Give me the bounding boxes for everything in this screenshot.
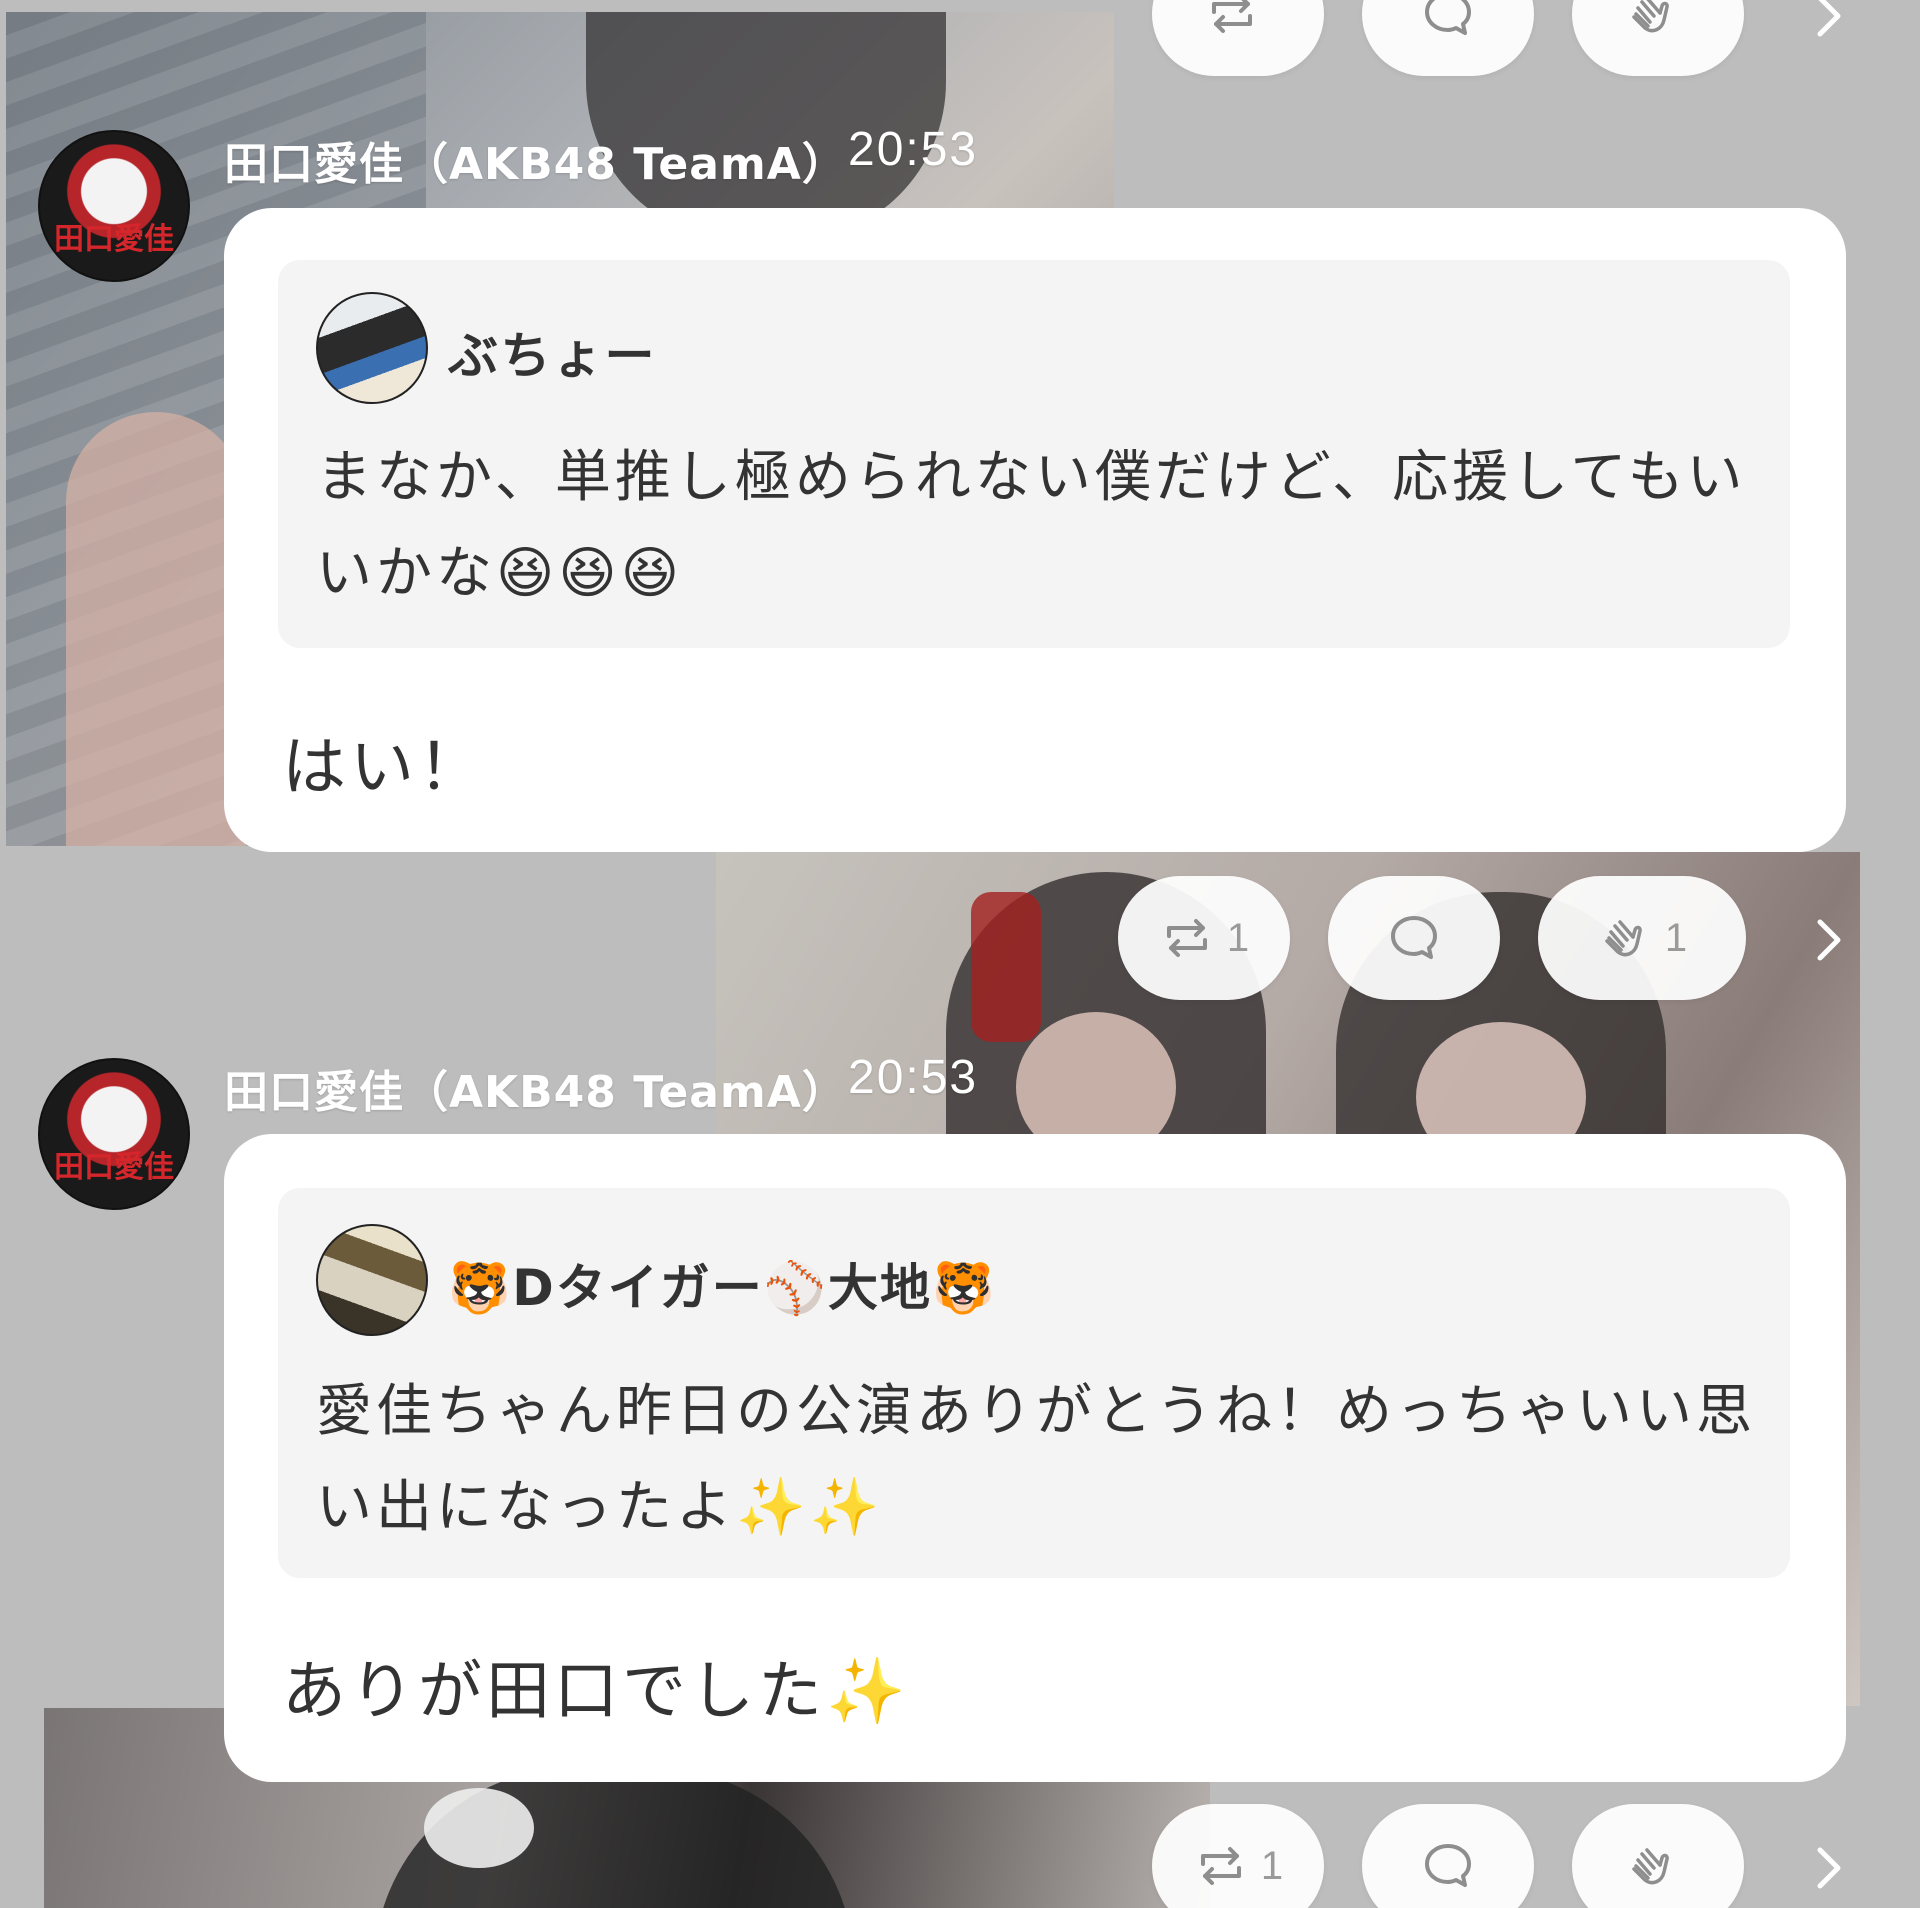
repost-button[interactable]: 1 xyxy=(1118,876,1290,1000)
action-row: 1 1 xyxy=(1118,876,1746,1000)
avatar-label: 田口愛佳 xyxy=(54,222,174,257)
quoted-message[interactable]: 🐯Dタイガー⚾大地🐯 愛佳ちゃん昨日の公演ありがとうね！めっちゃいい思い出になっ… xyxy=(278,1188,1790,1578)
more-button[interactable] xyxy=(1808,1840,1848,1896)
repost-button[interactable] xyxy=(1152,0,1324,76)
author-name[interactable]: 田口愛佳（AKB48 TeamA） xyxy=(224,1056,847,1120)
avatar[interactable]: 田口愛佳 xyxy=(38,1058,190,1210)
chat-timeline: 田口愛佳 田口愛佳（AKB48 TeamA） 20:53 ぶちょー まなか、単推… xyxy=(0,0,1920,1908)
avatar-label: 田口愛佳 xyxy=(54,1150,174,1185)
more-button[interactable] xyxy=(1808,912,1848,968)
repost-button[interactable]: 1 xyxy=(1152,1804,1324,1908)
post-time: 20:53 xyxy=(848,123,979,176)
comment-bubble-icon xyxy=(1391,916,1437,959)
message-bubble[interactable]: 🐯Dタイガー⚾大地🐯 愛佳ちゃん昨日の公演ありがとうね！めっちゃいい思い出になっ… xyxy=(224,1134,1846,1782)
comment-bubble-icon xyxy=(1425,0,1471,35)
repost-icon xyxy=(1166,919,1207,957)
clap-count: 1 xyxy=(1664,915,1688,960)
comment-button[interactable] xyxy=(1328,876,1500,1000)
clap-icon xyxy=(1632,0,1669,33)
action-row xyxy=(1152,0,1744,76)
comment-button[interactable] xyxy=(1362,0,1534,76)
avatar[interactable]: 田口愛佳 xyxy=(38,130,190,282)
repost-count: 1 xyxy=(1226,915,1250,960)
chevron-right-icon xyxy=(1817,1847,1841,1889)
quoted-avatar xyxy=(316,1224,428,1336)
quoted-text: 愛佳ちゃん昨日の公演ありがとうね！めっちゃいい思い出になったよ✨✨ xyxy=(316,1379,1756,1540)
clap-button[interactable] xyxy=(1572,0,1744,76)
reply-text: ありが田口でした✨ xyxy=(282,1655,910,1729)
clap-button[interactable]: 1 xyxy=(1538,876,1746,1000)
clap-icon xyxy=(1632,1848,1669,1885)
more-button[interactable] xyxy=(1808,0,1848,44)
clap-icon xyxy=(1605,920,1642,957)
comment-button[interactable] xyxy=(1362,1804,1534,1908)
message-bubble[interactable]: ぶちょー まなか、単推し極められない僕だけど、応援してもいいかな😆😆😆 はい！ xyxy=(224,208,1846,852)
quoted-author-name: ぶちょー xyxy=(448,327,657,385)
quoted-author-name: 🐯Dタイガー⚾大地🐯 xyxy=(448,1259,997,1317)
repost-count: 1 xyxy=(1260,1843,1284,1888)
quoted-message[interactable]: ぶちょー まなか、単推し極められない僕だけど、応援してもいいかな😆😆😆 xyxy=(278,260,1790,648)
quoted-text: まなか、単推し極められない僕だけど、応援してもいいかな😆😆😆 xyxy=(316,445,1747,606)
clap-button[interactable] xyxy=(1572,1804,1744,1908)
author-name[interactable]: 田口愛佳（AKB48 TeamA） xyxy=(224,128,847,192)
post-time: 20:53 xyxy=(848,1051,979,1104)
reply-text: はい！ xyxy=(282,731,486,805)
quoted-avatar xyxy=(316,292,428,404)
comment-bubble-icon xyxy=(1425,1844,1471,1887)
action-row: 1 xyxy=(1152,1804,1744,1908)
chevron-right-icon xyxy=(1817,0,1841,37)
repost-icon xyxy=(1212,0,1252,33)
repost-icon xyxy=(1200,1847,1241,1885)
chevron-right-icon xyxy=(1817,919,1841,961)
